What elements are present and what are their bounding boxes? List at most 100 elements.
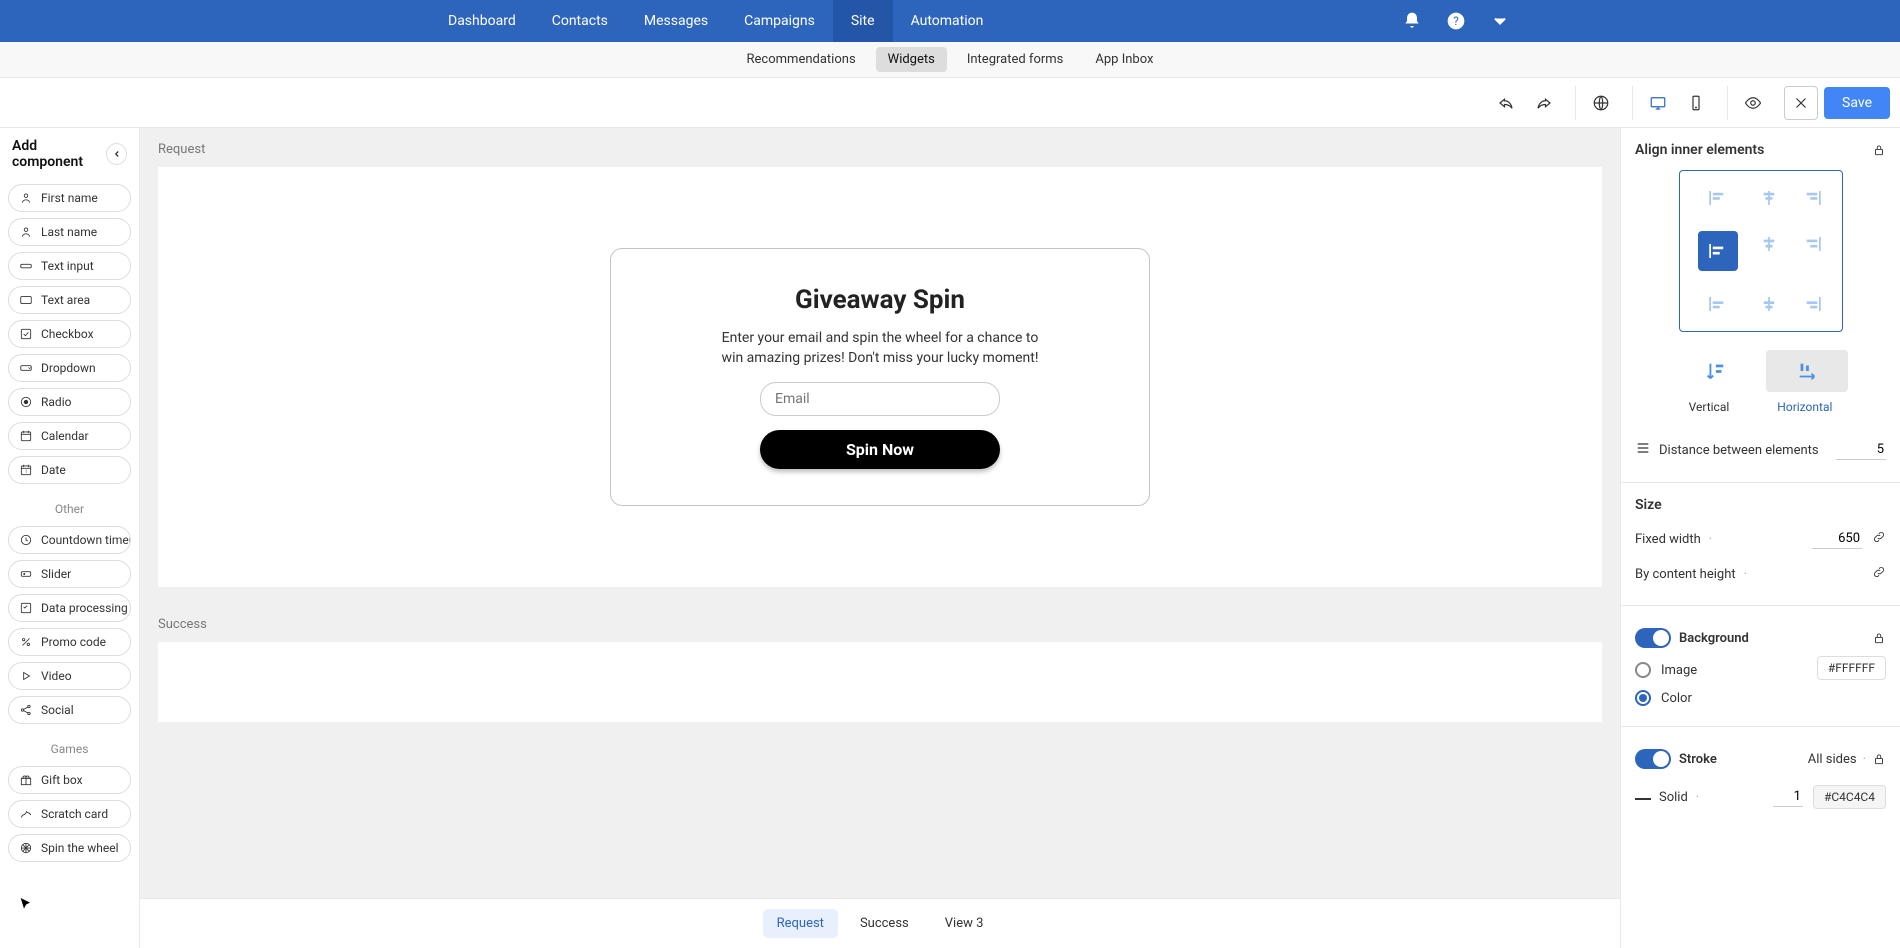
component-slider[interactable]: Slider xyxy=(8,560,131,588)
bg-color-radio[interactable]: Color xyxy=(1635,684,1697,712)
scratch-icon xyxy=(19,807,33,821)
align-bottom-right[interactable] xyxy=(1801,291,1824,317)
component-video[interactable]: Video xyxy=(8,662,131,690)
by-content-label: By content height xyxy=(1635,567,1736,582)
panel-title: Add component xyxy=(12,138,106,170)
nav-campaigns[interactable]: Campaigns xyxy=(726,0,833,42)
label-vertical: Vertical xyxy=(1689,400,1730,414)
canvas-request[interactable]: Giveaway Spin Enter your email and spin … xyxy=(158,167,1602,587)
popup-spin-button[interactable]: Spin Now xyxy=(760,430,1000,469)
align-top-right[interactable] xyxy=(1801,185,1824,211)
check-list-icon xyxy=(19,601,33,615)
align-bottom-left[interactable] xyxy=(1698,291,1738,317)
distance-label: Distance between elements xyxy=(1659,443,1819,458)
tab-view-3[interactable]: View 3 xyxy=(931,909,998,938)
nav-site[interactable]: Site xyxy=(833,0,893,42)
line-icon xyxy=(1635,790,1651,805)
orientation-horizontal[interactable] xyxy=(1766,350,1848,392)
tab-request[interactable]: Request xyxy=(763,909,838,938)
nav-dashboard[interactable]: Dashboard xyxy=(430,0,534,42)
align-middle-left[interactable] xyxy=(1698,231,1738,271)
save-button[interactable]: Save xyxy=(1824,87,1890,119)
subnav-app-inbox[interactable]: App Inbox xyxy=(1083,47,1165,72)
component-date[interactable]: 1Date xyxy=(8,456,131,484)
link-icon[interactable] xyxy=(1872,565,1886,583)
align-middle-right[interactable] xyxy=(1801,231,1824,257)
preview-button[interactable] xyxy=(1736,86,1770,120)
canvas-success[interactable] xyxy=(158,642,1602,722)
stroke-toggle[interactable] xyxy=(1635,749,1671,769)
close-button[interactable] xyxy=(1784,86,1818,120)
align-top-center[interactable] xyxy=(1758,185,1781,211)
stroke-heading: Stroke xyxy=(1679,752,1717,767)
component-first-name[interactable]: First name xyxy=(8,184,131,212)
view-label-request: Request xyxy=(158,142,1602,157)
align-middle-center[interactable] xyxy=(1758,231,1781,257)
component-social[interactable]: Social xyxy=(8,696,131,724)
component-radio[interactable]: Radio xyxy=(8,388,131,416)
text-area-icon xyxy=(19,293,33,307)
subnav-integrated-forms[interactable]: Integrated forms xyxy=(955,47,1076,72)
bg-color-value[interactable]: #FFFFFF xyxy=(1817,656,1886,680)
component-gift-box[interactable]: Gift box xyxy=(8,766,131,794)
orientation-vertical[interactable] xyxy=(1674,350,1756,392)
section-other: Other xyxy=(8,502,131,516)
size-heading: Size xyxy=(1635,497,1886,513)
bg-image-radio[interactable]: Image xyxy=(1635,656,1697,684)
lock-icon[interactable] xyxy=(1872,752,1886,766)
subnav-widgets[interactable]: Widgets xyxy=(876,47,947,72)
alignment-grid xyxy=(1679,170,1843,332)
lock-icon[interactable] xyxy=(1872,143,1886,157)
component-countdown[interactable]: Countdown timer xyxy=(8,526,131,554)
fixed-width-input[interactable] xyxy=(1812,529,1862,549)
component-scratch-card[interactable]: Scratch card xyxy=(8,800,131,828)
calendar-icon xyxy=(19,429,33,443)
nav-automation[interactable]: Automation xyxy=(893,0,1002,42)
component-last-name[interactable]: Last name xyxy=(8,218,131,246)
component-spin-wheel[interactable]: Spin the wheel xyxy=(8,834,131,862)
subnav-recommendations[interactable]: Recommendations xyxy=(735,47,868,72)
nav-contacts[interactable]: Contacts xyxy=(534,0,626,42)
component-data-processing[interactable]: Data processing a xyxy=(8,594,131,622)
person-icon xyxy=(19,191,33,205)
redo-button[interactable] xyxy=(1527,86,1561,120)
distance-icon xyxy=(1635,440,1651,460)
all-sides-label[interactable]: All sides xyxy=(1808,752,1857,767)
mobile-view-button[interactable] xyxy=(1679,86,1713,120)
globe-icon[interactable] xyxy=(1584,86,1618,120)
component-checkbox[interactable]: Checkbox xyxy=(8,320,131,348)
distance-input[interactable] xyxy=(1836,440,1886,460)
align-top-left[interactable] xyxy=(1698,185,1738,211)
background-toggle[interactable] xyxy=(1635,628,1671,648)
component-promo-code[interactable]: Promo code xyxy=(8,628,131,656)
tab-success[interactable]: Success xyxy=(846,909,923,938)
popup-email-input[interactable] xyxy=(760,382,1000,416)
align-bottom-center[interactable] xyxy=(1758,291,1781,317)
person-icon xyxy=(19,225,33,239)
component-text-area[interactable]: Text area xyxy=(8,286,131,314)
link-icon[interactable] xyxy=(1872,530,1886,548)
label-horizontal: Horizontal xyxy=(1777,400,1832,414)
component-text-input[interactable]: Text input xyxy=(8,252,131,280)
nav-messages[interactable]: Messages xyxy=(626,0,726,42)
popup-widget[interactable]: Giveaway Spin Enter your email and spin … xyxy=(610,248,1150,506)
component-calendar[interactable]: Calendar xyxy=(8,422,131,450)
desktop-view-button[interactable] xyxy=(1641,86,1675,120)
slider-icon xyxy=(19,567,33,581)
fixed-width-label: Fixed width xyxy=(1635,532,1701,547)
stroke-color-value[interactable]: #C4C4C4 xyxy=(1813,785,1886,809)
svg-text:?: ? xyxy=(1453,14,1459,28)
collapse-panel-button[interactable] xyxy=(106,143,127,165)
account-chevron-icon[interactable] xyxy=(1490,11,1510,31)
lock-icon[interactable] xyxy=(1872,631,1886,645)
stroke-width-input[interactable] xyxy=(1773,787,1803,807)
solid-label[interactable]: Solid xyxy=(1659,790,1688,805)
dropdown-icon xyxy=(19,361,33,375)
date-icon: 1 xyxy=(19,463,33,477)
undo-button[interactable] xyxy=(1489,86,1523,120)
clock-icon xyxy=(19,533,33,547)
section-games: Games xyxy=(8,742,131,756)
bell-icon[interactable] xyxy=(1402,11,1422,31)
help-icon[interactable]: ? xyxy=(1446,11,1466,31)
component-dropdown[interactable]: Dropdown xyxy=(8,354,131,382)
